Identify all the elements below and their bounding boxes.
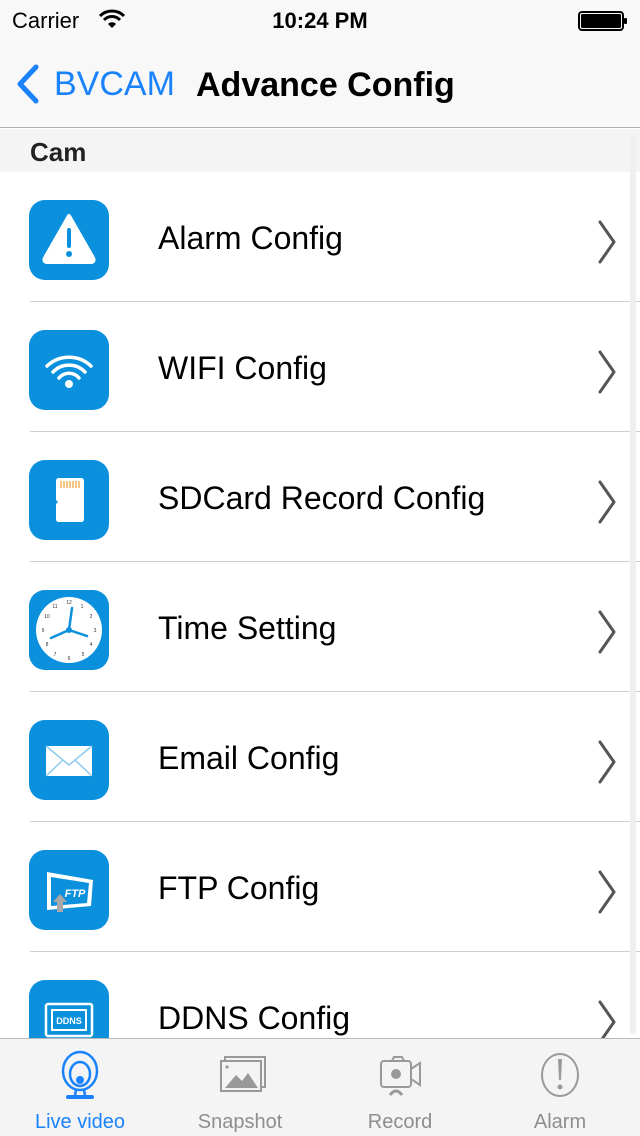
list-item-label: Email Config (158, 740, 340, 776)
ddns-monitor-icon: DDNS (29, 980, 109, 1038)
page-title: Advance Config (196, 66, 455, 104)
tab-live-video[interactable]: Live video (0, 1039, 160, 1136)
tab-bar: Live video Snapshot Record Alarm (0, 1038, 640, 1136)
list-item-wifi-config[interactable]: WIFI Config (0, 302, 640, 432)
back-button[interactable]: BVCAM (14, 62, 175, 106)
video-camera-icon (380, 1056, 421, 1096)
svg-text:2: 2 (90, 614, 93, 620)
section-header-label: Cam (30, 137, 87, 167)
svg-text:9: 9 (42, 628, 45, 634)
tab-label: Alarm (533, 1111, 587, 1133)
list-item-label: FTP Config (158, 870, 320, 906)
list-item-label: WIFI Config (158, 350, 327, 386)
chevron-right-icon (598, 610, 616, 654)
svg-text:DDNS: DDNS (56, 1016, 82, 1026)
list-item-alarm-config[interactable]: Alarm Config (0, 172, 640, 302)
webcam-icon (61, 1050, 99, 1099)
exclamation-circle-icon (541, 1053, 579, 1097)
scrollbar[interactable] (630, 134, 636, 1034)
svg-text:4: 4 (90, 642, 93, 648)
ftp-upload-icon: FTP (29, 850, 109, 930)
svg-text:7: 7 (54, 652, 57, 658)
chevron-right-icon (598, 870, 616, 914)
sd-card-icon (29, 460, 109, 540)
chevron-left-icon (17, 64, 39, 104)
chevron-right-icon (598, 220, 616, 264)
svg-text:FTP: FTP (65, 888, 86, 900)
picture-icon (220, 1056, 266, 1092)
svg-text:5: 5 (82, 652, 85, 658)
status-bar: Carrier 10:24 PM (0, 0, 640, 40)
list-item-time-setting[interactable]: 12 1 2 3 45 6 78 9 10 11 Time Setting (0, 562, 640, 692)
battery-full-icon (578, 11, 628, 31)
config-list: Alarm Config WIFI Config SDCard Record C… (0, 172, 640, 1038)
list-item-ftp-config[interactable]: FTP FTP Config (0, 822, 640, 952)
clock-icon: 12 1 2 3 45 6 78 9 10 11 (29, 590, 109, 670)
envelope-icon (29, 720, 109, 800)
tab-alarm[interactable]: Alarm (480, 1039, 640, 1136)
list-item-label: Alarm Config (158, 220, 343, 256)
tab-snapshot[interactable]: Snapshot (160, 1039, 320, 1136)
navigation-bar: BVCAM Advance Config (0, 40, 640, 128)
list-item-ddns-config[interactable]: DDNS DDNS Config (0, 952, 640, 1038)
svg-text:6: 6 (68, 656, 71, 662)
alarm-warning-icon (29, 200, 109, 280)
list-item-label: SDCard Record Config (158, 480, 486, 516)
tab-label: Record (367, 1111, 433, 1133)
wifi-icon (29, 330, 109, 410)
chevron-right-icon (598, 1000, 616, 1038)
svg-text:12: 12 (66, 600, 72, 606)
svg-text:3: 3 (94, 628, 97, 634)
tab-label: Snapshot (197, 1111, 283, 1133)
back-button-label: BVCAM (54, 64, 175, 103)
list-item-sdcard-record-config[interactable]: SDCard Record Config (0, 432, 640, 562)
svg-text:8: 8 (46, 642, 49, 648)
svg-text:11: 11 (52, 604, 57, 610)
section-header: Cam (0, 129, 640, 172)
chevron-right-icon (598, 740, 616, 784)
tab-label: Live video (34, 1111, 126, 1133)
list-item-label: DDNS Config (158, 1000, 351, 1036)
list-item-label: Time Setting (158, 610, 337, 646)
chevron-right-icon (598, 480, 616, 524)
chevron-right-icon (598, 350, 616, 394)
clock-time: 10:24 PM (272, 8, 368, 33)
svg-text:1: 1 (81, 604, 84, 610)
tab-record[interactable]: Record (320, 1039, 480, 1136)
svg-text:10: 10 (44, 614, 50, 620)
list-item-email-config[interactable]: Email Config (0, 692, 640, 822)
